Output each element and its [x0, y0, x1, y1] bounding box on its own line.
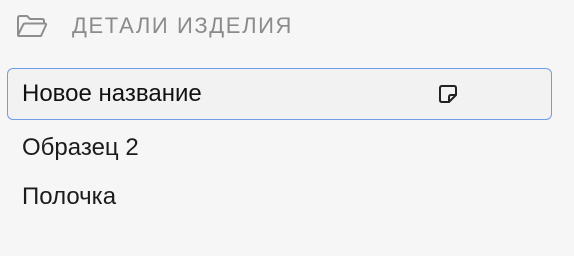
- list-item[interactable]: Полочка: [22, 182, 116, 212]
- sticky-note-icon[interactable]: [437, 83, 459, 105]
- name-input[interactable]: [22, 69, 422, 118]
- section-title: ДЕТАЛИ ИЗДЕЛИЯ: [72, 13, 294, 38]
- list-item[interactable]: Образец 2: [22, 133, 139, 163]
- rename-field[interactable]: [7, 68, 552, 120]
- folder-icon: [16, 14, 48, 38]
- section-header: ДЕТАЛИ ИЗДЕЛИЯ: [16, 10, 293, 42]
